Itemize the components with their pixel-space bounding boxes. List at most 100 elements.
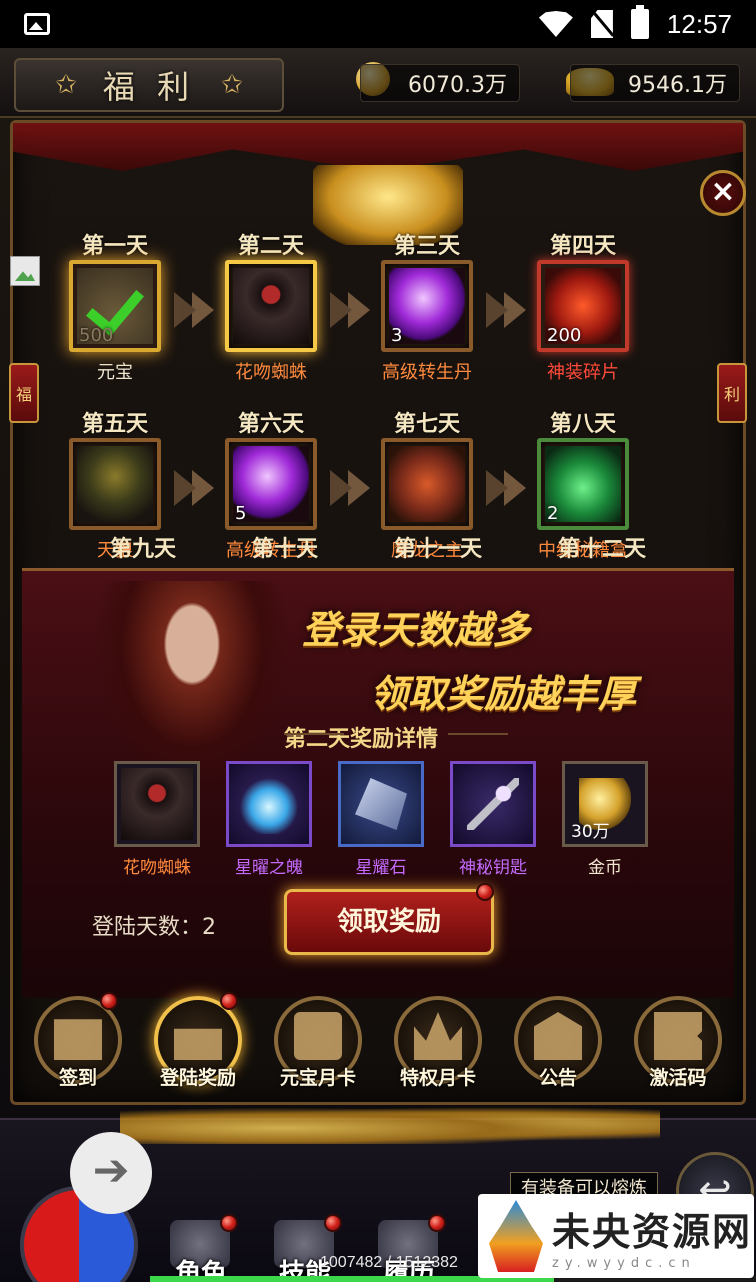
item-quantity: 2 <box>547 503 559 524</box>
bottom-menu-item[interactable]: 履历 <box>368 1214 450 1282</box>
bottom-menu-item[interactable]: 角色 <box>160 1214 242 1282</box>
login-days-value: 2 <box>202 915 217 940</box>
wifi-icon <box>538 11 573 37</box>
star-icon: ✩ <box>55 70 77 100</box>
day-label: 第十二天 <box>557 536 646 562</box>
day-reward-slot[interactable] <box>225 260 317 352</box>
welfare-title-plate: ✩ 福 利 ✩ <box>14 58 284 112</box>
game-screen: ✩ 福 利 ✩ 6070.3万 9546.1万 福 利 × 第一天 500 元宝 第二… <box>0 48 756 1282</box>
wolf-item-icon <box>77 446 153 522</box>
watermark-logo: 未央资源网 zy.wyydc.cn <box>478 1194 754 1278</box>
star-icon: ✩ <box>221 70 243 100</box>
day-label: 第三天 <box>393 233 460 259</box>
day-label: 第八天 <box>549 411 616 437</box>
slogan-line-2: 领取奖励越丰厚 <box>370 671 637 716</box>
day-reward-slot[interactable]: 200 <box>537 260 629 352</box>
reward-slot[interactable] <box>226 761 312 847</box>
item-quantity: 200 <box>547 325 582 346</box>
day-label: 第二天 <box>237 233 304 259</box>
tab-sign[interactable]: 公告 <box>506 992 610 1096</box>
clock: 12:57 <box>666 8 732 39</box>
day-reward-slot[interactable] <box>69 438 161 530</box>
day-label: 第一天 <box>81 233 148 259</box>
day-label: 第四天 <box>549 233 616 259</box>
day-reward-slot[interactable]: 500 <box>69 260 161 352</box>
back-arrow-button[interactable]: ➔ <box>70 1132 152 1214</box>
reward-name: 星耀石 <box>355 858 407 878</box>
login-days: 登陆天数：2 <box>92 909 216 941</box>
tab-label: 登陆奖励 <box>159 1067 236 1089</box>
flame-logo-icon <box>489 1200 543 1272</box>
character-portrait <box>92 581 292 791</box>
silver-amount: 6070.3万 <box>360 64 520 102</box>
reward-slot[interactable] <box>450 761 536 847</box>
bottom-menu-item[interactable]: 技能 <box>264 1214 346 1282</box>
item-name: 神装碎片 <box>547 362 619 383</box>
item-quantity: 5 <box>235 503 247 524</box>
menu-badge-dot <box>428 1214 446 1232</box>
menu-badge-dot <box>324 1214 342 1232</box>
key-item-icon <box>467 778 519 830</box>
red-curtain-decoration <box>13 123 743 171</box>
dragon-item-icon <box>389 446 465 522</box>
tab-gift[interactable]: 登陆奖励 <box>146 992 250 1096</box>
login-days-label: 登陆天数： <box>92 915 203 940</box>
day-row-1: 第一天 500 元宝 第二天 花吻蜘蛛 第三天 3 高级转生丹 第四天 200 神装碎片 <box>60 228 700 406</box>
no-sim-icon <box>590 10 613 38</box>
watermark-url: zy.wyydc.cn <box>552 1256 696 1271</box>
tab-cal[interactable]: 签到 <box>26 992 130 1096</box>
reward-item[interactable]: 30万 金币 <box>560 761 650 878</box>
reward-item[interactable]: 花吻蜘蛛 <box>112 761 202 878</box>
reward-item[interactable]: 神秘钥匙 <box>448 761 538 878</box>
chevron-right-icon <box>486 470 526 506</box>
claim-reward-button[interactable]: 领取奖励 <box>284 889 494 955</box>
reward-name: 星曜之魄 <box>235 858 303 878</box>
chevron-right-icon <box>486 292 526 328</box>
soul-item-icon <box>239 774 299 834</box>
battery-icon <box>630 5 649 39</box>
day-reward-slot[interactable]: 5 <box>225 438 317 530</box>
reward-name: 花吻蜘蛛 <box>123 858 191 878</box>
close-button[interactable]: × <box>700 170 746 216</box>
item-quantity: 3 <box>391 325 403 346</box>
tab-label: 元宝月卡 <box>279 1067 356 1089</box>
day-reward-slot[interactable]: 2 <box>537 438 629 530</box>
chevron-right-icon <box>330 292 370 328</box>
reward-item[interactable]: 星耀石 <box>336 761 426 878</box>
tab-card[interactable]: 元宝月卡 <box>266 992 370 1096</box>
day-row-3-partial: 第九天 第十天 第十一天 第十二天 <box>22 531 734 571</box>
slogan-line-1: 登录天数越多 <box>302 607 531 652</box>
tab-label: 签到 <box>58 1067 97 1089</box>
tab-label: 公告 <box>538 1067 577 1089</box>
side-tag-left: 福 <box>9 363 39 423</box>
tab-badge-dot <box>220 992 238 1010</box>
reward-slot[interactable]: 30万 <box>562 761 648 847</box>
item-quantity: 500 <box>79 325 114 346</box>
day-cell[interactable]: 第三天 3 高级转生丹 <box>372 228 482 384</box>
day-reward-slot[interactable]: 3 <box>381 260 473 352</box>
claim-badge-dot <box>476 883 494 901</box>
status-right: 12:57 <box>538 5 732 40</box>
reward-list: 花吻蜘蛛 星曜之魄 星耀石 神秘钥匙 30万 金币 <box>112 761 650 878</box>
reward-slot[interactable] <box>114 761 200 847</box>
item-name: 元宝 <box>97 362 133 383</box>
reward-detail-panel: 第九天 第十天 第十一天 第十二天 登录天数越多 领取奖励越丰厚 第二天奖励详情 花吻… <box>22 536 734 998</box>
reward-item[interactable]: 星曜之魄 <box>224 761 314 878</box>
day-label: 第六天 <box>237 411 304 437</box>
reward-slot[interactable] <box>338 761 424 847</box>
day-cell[interactable]: 第四天 200 神装碎片 <box>528 228 638 384</box>
broken-image-icon <box>10 256 40 286</box>
page-title: 福 利 <box>102 68 196 106</box>
tab-crown[interactable]: 特权月卡 <box>386 992 490 1096</box>
day-reward-slot[interactable] <box>381 438 473 530</box>
day-label: 第五天 <box>81 411 148 437</box>
tab-ticket[interactable]: 激活码 <box>626 992 730 1096</box>
watermark-title: 未央资源网 <box>552 1210 753 1254</box>
day-label: 第九天 <box>109 536 176 562</box>
top-hud: ✩ 福 利 ✩ 6070.3万 9546.1万 <box>0 48 756 118</box>
item-quantity: 30万 <box>571 822 610 842</box>
item-name: 高级转生丹 <box>382 362 472 383</box>
ticket-icon <box>654 1012 702 1060</box>
day-cell[interactable]: 第一天 500 元宝 <box>60 228 170 384</box>
day-cell[interactable]: 第二天 花吻蜘蛛 <box>216 228 326 384</box>
